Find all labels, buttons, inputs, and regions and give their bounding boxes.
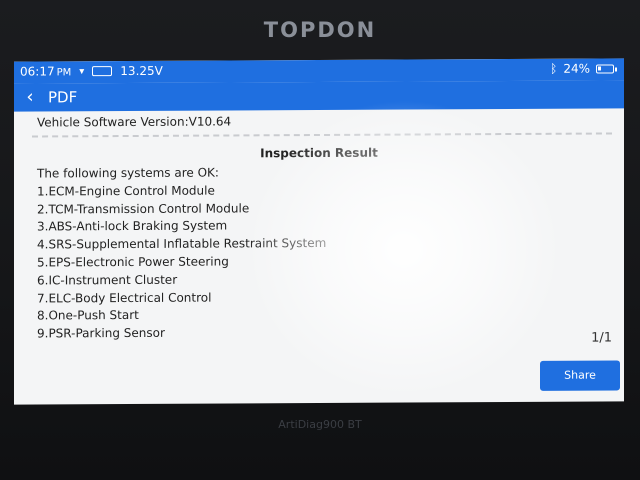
software-version: Vehicle Software Version:V10.64 (37, 114, 232, 130)
chevron-left-icon: ‹ (26, 86, 34, 108)
battery-icon (596, 63, 614, 74)
back-button[interactable]: ‹ (18, 86, 42, 108)
title-bar: ‹ PDF (14, 80, 624, 112)
system-item: 2.TCM-Transmission Control Module (37, 200, 250, 217)
page-title: PDF (48, 88, 78, 107)
page-indicator: 1/1 (591, 330, 612, 346)
model-label: ArtiDiag900 BT (278, 418, 362, 431)
systems-intro: The following systems are OK: (37, 165, 219, 181)
status-time-group: 06:17 PM (20, 64, 71, 78)
bluetooth-icon: ᛒ (550, 61, 558, 76)
tablet-device: TOPDON 06:17 PM ▾ 13.25V ᛒ 24% ‹ PDF Veh… (0, 0, 640, 480)
system-item: 9.PSR-Parking Sensor (37, 325, 165, 341)
status-time: 06:17 (20, 64, 55, 79)
system-item: 6.IC-Instrument Cluster (37, 272, 178, 288)
system-item: 4.SRS-Supplemental Inflatable Restraint … (37, 236, 327, 252)
inspection-result-title: Inspection Result (260, 145, 378, 161)
screen: 06:17 PM ▾ 13.25V ᛒ 24% ‹ PDF Vehicle Sof… (14, 58, 624, 405)
systems-list: The following systems are OK: 1.ECM-Engi… (37, 164, 326, 343)
status-bar: 06:17 PM ▾ 13.25V ᛒ 24% (14, 58, 624, 84)
status-ampm: PM (56, 67, 72, 79)
system-item: 8.One-Push Start (37, 308, 139, 323)
wifi-icon: ▾ (79, 65, 85, 77)
battery-fill (598, 66, 601, 71)
share-button[interactable]: Share (540, 360, 620, 391)
system-item: 5.EPS-Electronic Power Steering (37, 254, 229, 270)
system-item: 7.ELC-Body Electrical Control (37, 290, 212, 306)
battery-percent: 24% (563, 61, 590, 76)
vci-icon (92, 66, 113, 77)
brand-logo: TOPDON (263, 18, 377, 42)
system-item: 1.ECM-Engine Control Module (37, 183, 215, 199)
dashed-divider (32, 132, 612, 138)
pdf-content[interactable]: Vehicle Software Version:V10.64 Inspecti… (14, 108, 624, 404)
system-item: 3.ABS-Anti-lock Braking System (37, 218, 228, 234)
status-voltage: 13.25V (120, 63, 163, 79)
